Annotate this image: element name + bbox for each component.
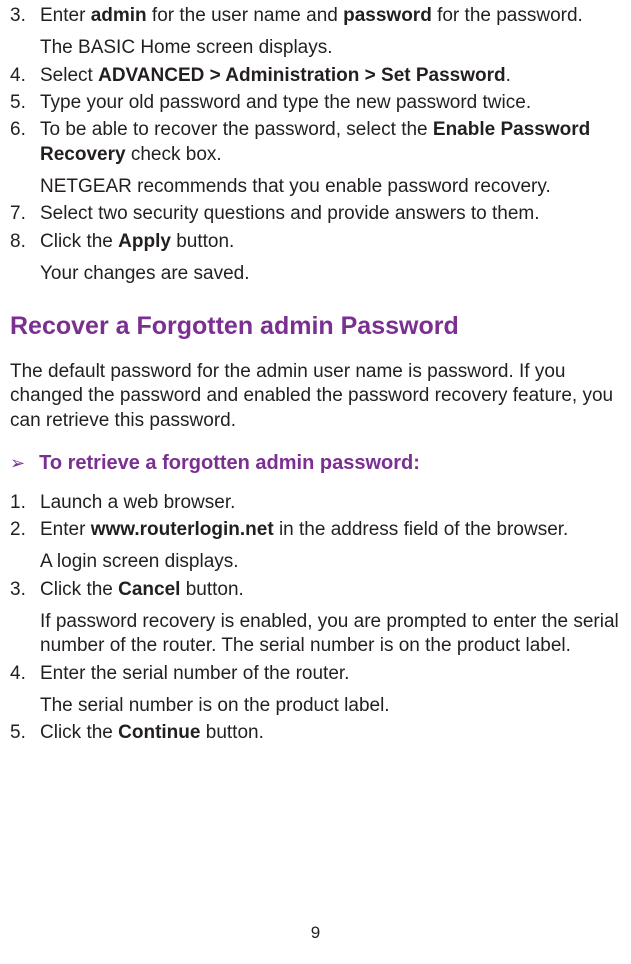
- step-body: Click the Apply button. Your changes are …: [40, 230, 621, 287]
- bold-text: admin: [91, 5, 147, 26]
- step-number: 6.: [10, 118, 40, 199]
- bold-text: password: [343, 5, 432, 26]
- bold-text: Enable Password Recovery: [40, 119, 590, 164]
- step-text: Type your old password and type the new …: [40, 91, 621, 115]
- step-number: 7.: [10, 202, 40, 226]
- step-text: Click the Cancel button.: [40, 578, 621, 602]
- step-body: Click the Continue button.: [40, 721, 621, 745]
- steps-list-2: 1.Launch a web browser.2.Enter www.route…: [10, 491, 621, 746]
- step-number: 5.: [10, 91, 40, 115]
- intro-paragraph: The default password for the admin user …: [10, 360, 621, 433]
- step-text: Launch a web browser.: [40, 491, 621, 515]
- step-number: 3.: [10, 4, 40, 61]
- step-body: Type your old password and type the new …: [40, 91, 621, 115]
- step-text: Enter admin for the user name and passwo…: [40, 4, 621, 28]
- step-text: Click the Continue button.: [40, 721, 621, 745]
- step-body: Click the Cancel button. If password reco…: [40, 578, 621, 659]
- step-text: Select two security questions and provid…: [40, 202, 621, 226]
- bold-text: Cancel: [118, 579, 180, 600]
- step-text: To be able to recover the password, sele…: [40, 118, 621, 167]
- step-subtext: A login screen displays.: [40, 550, 621, 574]
- step-subtext: NETGEAR recommends that you enable passw…: [40, 175, 621, 199]
- procedure-heading: ➢ To retrieve a forgotten admin password…: [10, 451, 621, 477]
- step-subtext: The serial number is on the product labe…: [40, 694, 621, 718]
- step-body: Enter the serial number of the router. Th…: [40, 662, 621, 719]
- step-subtext: If password recovery is enabled, you are…: [40, 610, 621, 659]
- step-number: 8.: [10, 230, 40, 287]
- step-item: 3.Click the Cancel button. If password re…: [10, 578, 621, 659]
- step-number: 5.: [10, 721, 40, 745]
- step-body: Select ADVANCED > Administration > Set P…: [40, 64, 621, 88]
- step-item: 3.Enter admin for the user name and pass…: [10, 4, 621, 61]
- steps-list-1: 3.Enter admin for the user name and pass…: [10, 4, 621, 286]
- bold-text: Apply: [118, 231, 171, 252]
- arrow-icon: ➢: [10, 451, 25, 476]
- step-body: Enter www.routerlogin.net in the address…: [40, 518, 621, 575]
- step-text: Enter www.routerlogin.net in the address…: [40, 518, 621, 542]
- step-subtext: The BASIC Home screen displays.: [40, 36, 621, 60]
- step-item: 8.Click the Apply button. Your changes ar…: [10, 230, 621, 287]
- step-text: Enter the serial number of the router.: [40, 662, 621, 686]
- step-number: 3.: [10, 578, 40, 659]
- section-heading: Recover a Forgotten admin Password: [10, 310, 621, 342]
- step-subtext: Your changes are saved.: [40, 262, 621, 286]
- step-text: Select ADVANCED > Administration > Set P…: [40, 64, 621, 88]
- step-item: 1.Launch a web browser.: [10, 491, 621, 515]
- step-body: Select two security questions and provid…: [40, 202, 621, 226]
- step-number: 2.: [10, 518, 40, 575]
- step-number: 1.: [10, 491, 40, 515]
- step-item: 4.Enter the serial number of the router.…: [10, 662, 621, 719]
- step-item: 4.Select ADVANCED > Administration > Set…: [10, 64, 621, 88]
- step-body: Launch a web browser.: [40, 491, 621, 515]
- step-item: 5.Type your old password and type the ne…: [10, 91, 621, 115]
- procedure-title: To retrieve a forgotten admin password:: [39, 451, 420, 477]
- step-number: 4.: [10, 662, 40, 719]
- bold-text: Continue: [118, 722, 200, 743]
- step-item: 2.Enter www.routerlogin.net in the addre…: [10, 518, 621, 575]
- bold-text: www.routerlogin.net: [91, 519, 274, 540]
- bold-text: ADVANCED > Administration > Set Password: [98, 65, 506, 86]
- step-body: To be able to recover the password, sele…: [40, 118, 621, 199]
- step-item: 7.Select two security questions and prov…: [10, 202, 621, 226]
- step-body: Enter admin for the user name and passwo…: [40, 4, 621, 61]
- step-number: 4.: [10, 64, 40, 88]
- step-item: 6.To be able to recover the password, se…: [10, 118, 621, 199]
- page-number: 9: [0, 922, 631, 944]
- step-text: Click the Apply button.: [40, 230, 621, 254]
- step-item: 5.Click the Continue button.: [10, 721, 621, 745]
